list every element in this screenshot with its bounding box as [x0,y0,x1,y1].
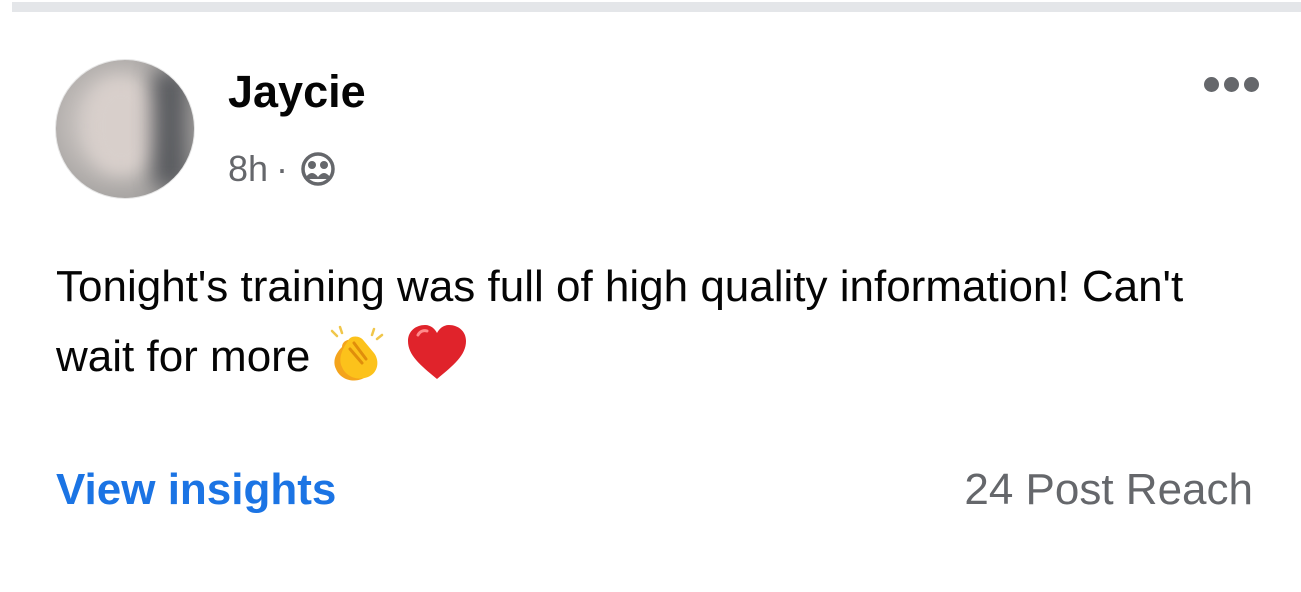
post-meta: 8h · [228,142,338,196]
avatar[interactable] [56,60,194,198]
post-reach: 24 Post Reach [964,465,1253,514]
more-options-button[interactable] [1196,64,1266,104]
friends-icon[interactable] [298,149,338,189]
author-name[interactable]: Jaycie [228,64,366,120]
avatar-face-blur [86,78,156,174]
post-text: Tonight's training was full of high qual… [56,262,1184,381]
more-dot [1223,76,1239,92]
more-dot [1243,76,1259,92]
clapping-hands-icon [324,325,390,404]
meta-separator: · [276,148,289,189]
view-insights-link[interactable]: View insights [56,462,336,518]
more-dot [1203,76,1219,92]
post-body: Tonight's training was full of high qual… [56,252,1256,404]
red-heart-icon [404,323,470,404]
post-time[interactable]: 8h [228,148,268,190]
avatar-background-blur [152,70,188,188]
feed-divider [12,2,1301,12]
